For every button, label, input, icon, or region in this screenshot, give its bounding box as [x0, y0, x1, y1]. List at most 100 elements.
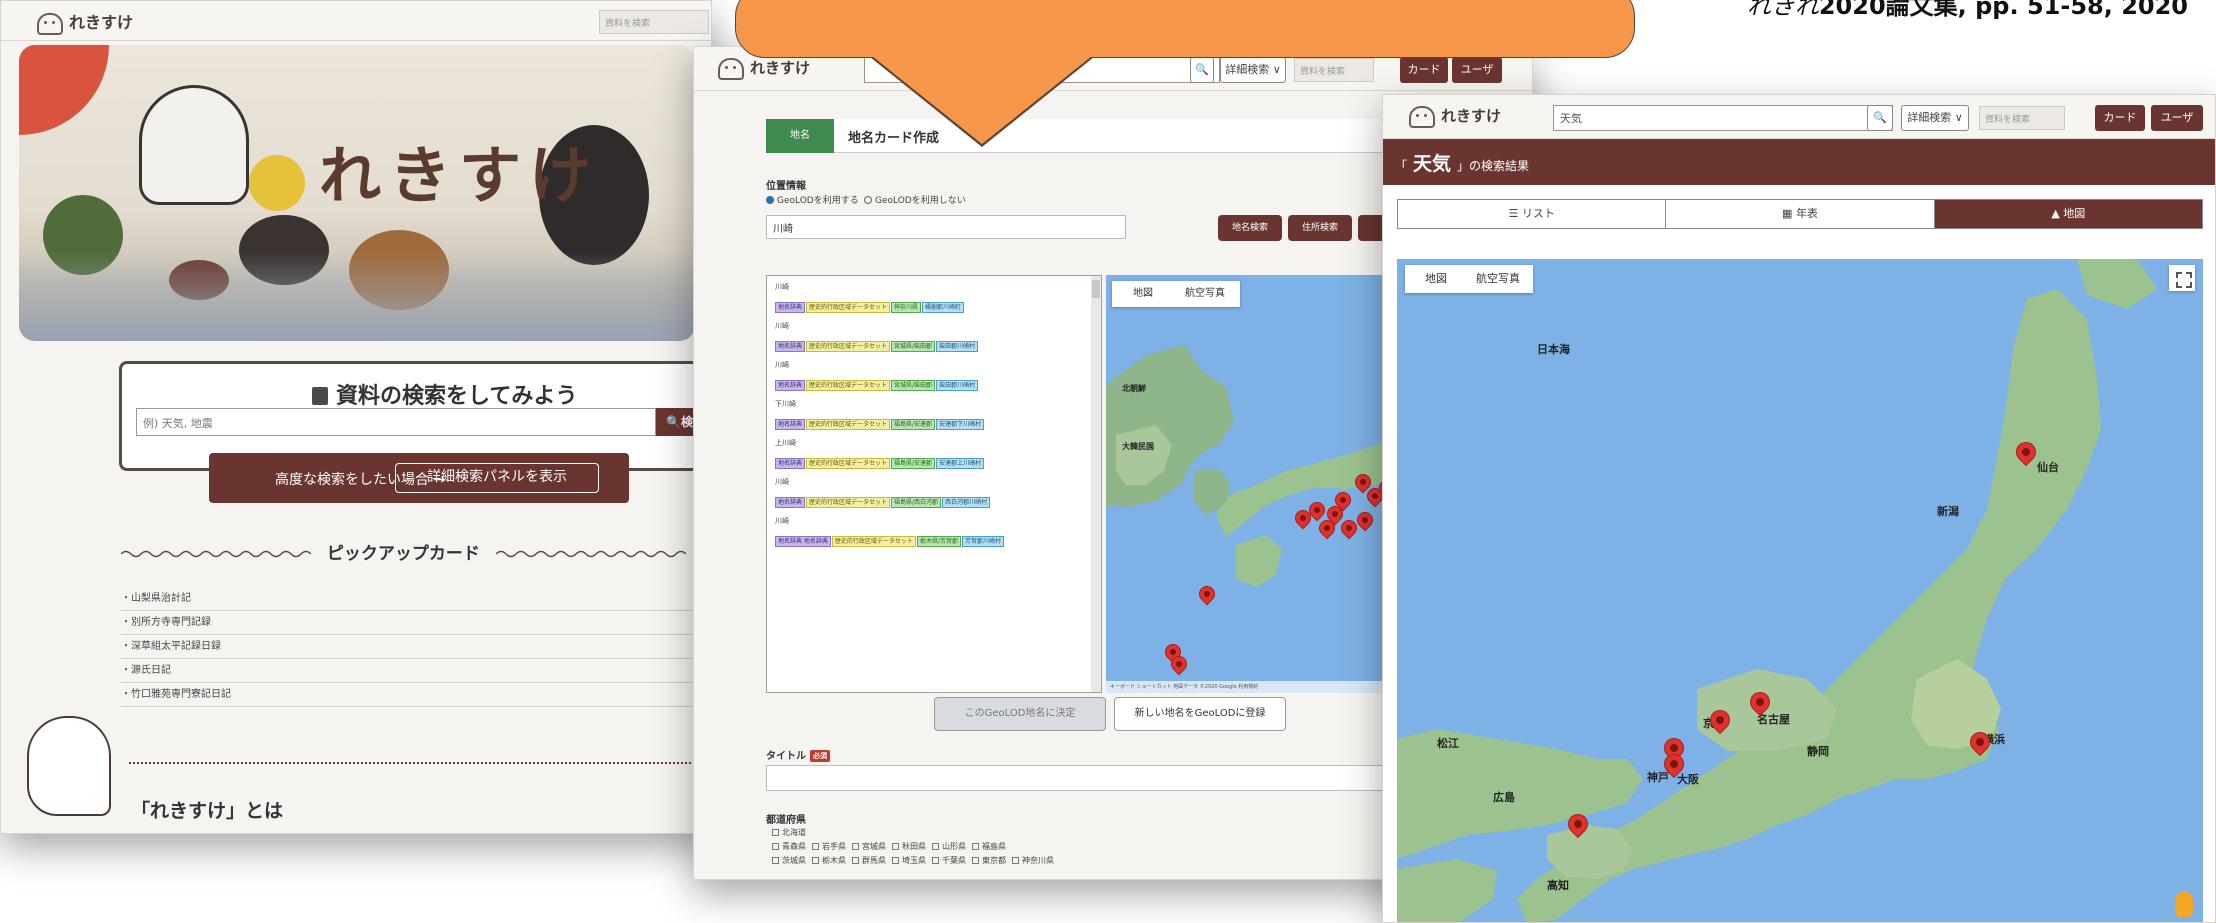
geolod-result-tag: 地名辞典 地名辞典: [775, 536, 831, 547]
map-place-label: 名古屋: [1757, 713, 1790, 726]
prefecture-checkbox[interactable]: 栃木県: [806, 856, 846, 865]
prefecture-checkbox[interactable]: 青森県: [766, 842, 806, 851]
register-place-button[interactable]: 新しい地名をGeoLODに登録: [1114, 697, 1286, 731]
search-panel-title-text: 資料の検索をしてみよう: [336, 384, 578, 409]
place-name-input[interactable]: 川崎: [766, 215, 1126, 239]
checkbox-icon: [772, 857, 779, 864]
pickup-item-label: 竹口雅苑専門寮記日記: [131, 689, 231, 700]
pickup-item[interactable]: ・別所方寺専門記録: [121, 611, 701, 635]
result-detail-search-button[interactable]: 詳細検索 ∨: [1901, 105, 1969, 131]
search-panel-title: 資料の検索をしてみよう: [312, 378, 577, 410]
address-search-button[interactable]: 住所検索: [1288, 215, 1352, 241]
geolod-result-tag: 柴田郡川崎村: [936, 341, 979, 352]
card-map-tab-map[interactable]: 地図: [1112, 281, 1174, 307]
prefecture-checkbox[interactable]: 茨城県: [766, 856, 806, 865]
radio-no-geolod[interactable]: GeoLODを利用しない: [864, 193, 966, 206]
yellow-face-decoration: [249, 155, 305, 211]
prefecture-checkbox[interactable]: 宮城県: [846, 842, 886, 851]
geolod-result-item[interactable]: 川崎 地名辞典 地名辞典 歴史的行政区域データセット 栃木県/芳賀郡 芳賀郡川崎村: [775, 516, 1093, 549]
prefecture-checkbox[interactable]: 岩手県: [806, 842, 846, 851]
tab-timeline[interactable]: ▦ 年表: [1666, 200, 1935, 228]
card-logo[interactable]: れきすけ: [718, 57, 810, 80]
map-icon: ▲: [2051, 207, 2064, 220]
checkbox-icon: [852, 857, 859, 864]
checkbox-icon: [972, 843, 979, 850]
card-logo-text: れきすけ: [750, 59, 811, 77]
result-map-tab-map[interactable]: 地図: [1405, 265, 1467, 293]
search-result-title: 「天気 」の検索結果: [1395, 149, 1529, 176]
landing-search-input[interactable]: 資料を検索: [599, 10, 709, 34]
geolod-result-tag: 歴史的行政区域データセット: [806, 380, 891, 391]
checkbox-icon: [812, 857, 819, 864]
geolod-result-item[interactable]: 川崎 地名辞典 歴史的行政区域データセット 福島県/西白河郡 西白河郡川崎村: [775, 477, 1093, 510]
book-icon: [312, 387, 328, 405]
radio-use-geolod[interactable]: GeoLODを利用する: [766, 193, 859, 206]
pickup-item-label: 深草組太平記録日録: [131, 641, 221, 652]
result-map[interactable]: 地図航空写真 日本海仙台新潟名古屋大阪横浜静岡広島高知松江京都神戸: [1397, 259, 2203, 922]
callout-bubble: [735, 0, 1635, 58]
card-top-search-button[interactable]: 🔍: [1190, 57, 1214, 83]
show-advanced-panel-button[interactable]: 詳細検索パネルを表示: [395, 463, 599, 493]
result-card-button[interactable]: カード: [2095, 105, 2145, 131]
fullscreen-icon[interactable]: [2169, 265, 2195, 291]
geolod-result-item[interactable]: 川崎 地名辞典 歴史的行政区域データセット 宮城県/柴田郡 柴田郡川崎村: [775, 360, 1093, 393]
card-small-input[interactable]: 資料を検索: [1294, 58, 1374, 82]
set-location-button[interactable]: このGeoLOD地名に決定: [934, 697, 1106, 731]
prefecture-checkbox[interactable]: 千葉県: [926, 856, 966, 865]
prefecture-label: 都道府県: [766, 815, 806, 826]
detail-search-button[interactable]: 詳細検索 ∨: [1220, 57, 1286, 83]
radio-checked-icon: [766, 196, 774, 204]
map-place-label: 松江: [1437, 737, 1459, 750]
result-map-tab-aerial[interactable]: 航空写真: [1467, 265, 1529, 293]
place-search-button[interactable]: 地名検索: [1218, 215, 1282, 241]
geolod-result-item[interactable]: 川崎 地名辞典 歴史的行政区域データセット 宮城県/柴田郡 柴田郡川崎村: [775, 321, 1093, 354]
pickup-item[interactable]: ・山梨県治計記: [121, 587, 701, 611]
prefecture-checkbox[interactable]: 福島県: [966, 842, 1006, 851]
landing-logo[interactable]: れきすけ: [37, 9, 133, 35]
geolod-result-tag: 福島県/西白河郡: [891, 497, 942, 508]
geolod-result-item[interactable]: 上川崎 地名辞典 歴史的行政区域データセット 福島県/安達郡 安達郡上川崎村: [775, 438, 1093, 471]
prefecture-checkbox[interactable]: 埼玉県: [886, 856, 926, 865]
geolod-result-tag: 橘樹郡川崎町: [922, 302, 965, 313]
result-logo[interactable]: れきすけ: [1409, 105, 1501, 128]
prefecture-checkbox[interactable]: 群馬県: [846, 856, 886, 865]
geolod-result-item[interactable]: 下川崎 地名辞典 歴史的行政区域データセット 福島県/安達郡 安達郡下川崎村: [775, 399, 1093, 432]
geolod-result-tag: 栃木県/芳賀郡: [916, 536, 961, 547]
checkbox-icon: [892, 857, 899, 864]
tab-list-label: リスト: [1521, 207, 1555, 220]
street-view-pegman-icon[interactable]: [2175, 892, 2193, 918]
result-search-input[interactable]: 天気: [1553, 105, 1893, 131]
pickup-item[interactable]: ・深草組太平記録日録: [121, 635, 701, 659]
radio-use-label: GeoLODを利用する: [777, 196, 859, 206]
citation-rest: 2020論文集, pp. 51-58, 2020: [1818, 0, 2188, 20]
result-user-button[interactable]: ユーザ: [2151, 105, 2203, 131]
result-small-input[interactable]: 資料を検索: [1979, 106, 2065, 130]
prefecture-checkbox[interactable]: 山形県: [926, 842, 966, 851]
checkbox-icon: [772, 843, 779, 850]
tab-map[interactable]: ▲ 地図: [1934, 200, 2202, 228]
geolod-result-tag: 歴史的行政区域データセット: [831, 536, 916, 547]
prefecture-checkbox[interactable]: 東京都: [966, 856, 1006, 865]
scrollbar-thumb[interactable]: [1092, 280, 1100, 298]
user-button[interactable]: ユーザ: [1452, 57, 1502, 83]
card-map-tab-aerial[interactable]: 航空写真: [1174, 281, 1236, 307]
checkbox-icon: [852, 843, 859, 850]
geolod-result-item[interactable]: 川崎 地名辞典 歴史的行政区域データセット 神奈川県 橘樹郡川崎町: [775, 282, 1093, 315]
prefecture-checkbox[interactable]: 北海道: [766, 828, 806, 837]
result-search-button[interactable]: 🔍: [1867, 105, 1893, 131]
card-button[interactable]: カード: [1400, 57, 1448, 83]
geolod-result-tag: 歴史的行政区域データセット: [806, 302, 891, 313]
pickup-heading-text: ピックアップカード: [326, 544, 480, 564]
title-label-text: タイトル: [766, 751, 806, 762]
pickup-item[interactable]: ・竹口雅苑専門寮記日記: [121, 683, 701, 707]
geolod-result-tag: 安達郡上川崎村: [936, 458, 985, 469]
tab-list[interactable]: ☰ リスト: [1398, 200, 1667, 228]
resource-search-input[interactable]: 例) 天気, 地震: [136, 408, 656, 436]
pickup-item[interactable]: ・源氏日記: [121, 659, 701, 683]
prefecture-checkbox[interactable]: 神奈川県: [1006, 856, 1054, 865]
pickup-item-label: 源氏日記: [131, 665, 171, 676]
result-prefix: 「: [1395, 159, 1408, 173]
prefecture-checkbox[interactable]: 秋田県: [886, 842, 926, 851]
landing-window: れきすけ 資料を検索 れきすけ 資料の検索をしてみよう 例) 天気, 地震 🔍検…: [0, 0, 712, 834]
position-label: 位置情報: [766, 181, 806, 192]
